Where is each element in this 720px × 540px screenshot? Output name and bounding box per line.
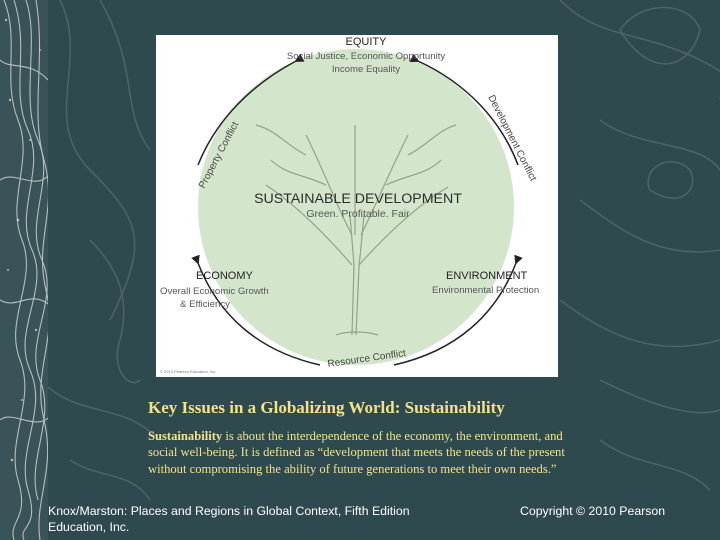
diagram-credit: © 2013 Pearson Education, Inc. [160,369,217,374]
body-term: Sustainability [148,429,223,443]
center-subtitle: Green. Profitable. Fair [306,208,410,220]
equity-line2: Income Equality [332,64,400,75]
diagram-canvas: EQUITY Social Justice, Economic Opportun… [160,36,539,374]
equity-title: EQUITY [346,36,388,48]
environment-title: ENVIRONMENT [446,270,528,282]
slide-title: Key Issues in a Globalizing World: Susta… [148,398,505,417]
footer-copyright: Copyright © 2010 Pearson [520,504,666,518]
left-decorative-strip [0,0,48,540]
environment-line1: Environmental Protection [432,285,539,296]
equity-line1: Social Justice, Economic Opportunity [287,51,446,62]
economy-line2: & Efficiency [180,299,230,310]
economy-line1: Overall Economic Growth [160,286,269,297]
center-title: SUSTAINABLE DEVELOPMENT [254,191,462,207]
footer-citation: Knox/Marston: Places and Regions in Glob… [48,504,410,534]
sustainability-diagram: EQUITY Social Justice, Economic Opportun… [156,35,558,377]
economy-title: ECONOMY [196,270,254,282]
slide-body: Sustainability is about the interdepende… [148,428,588,477]
